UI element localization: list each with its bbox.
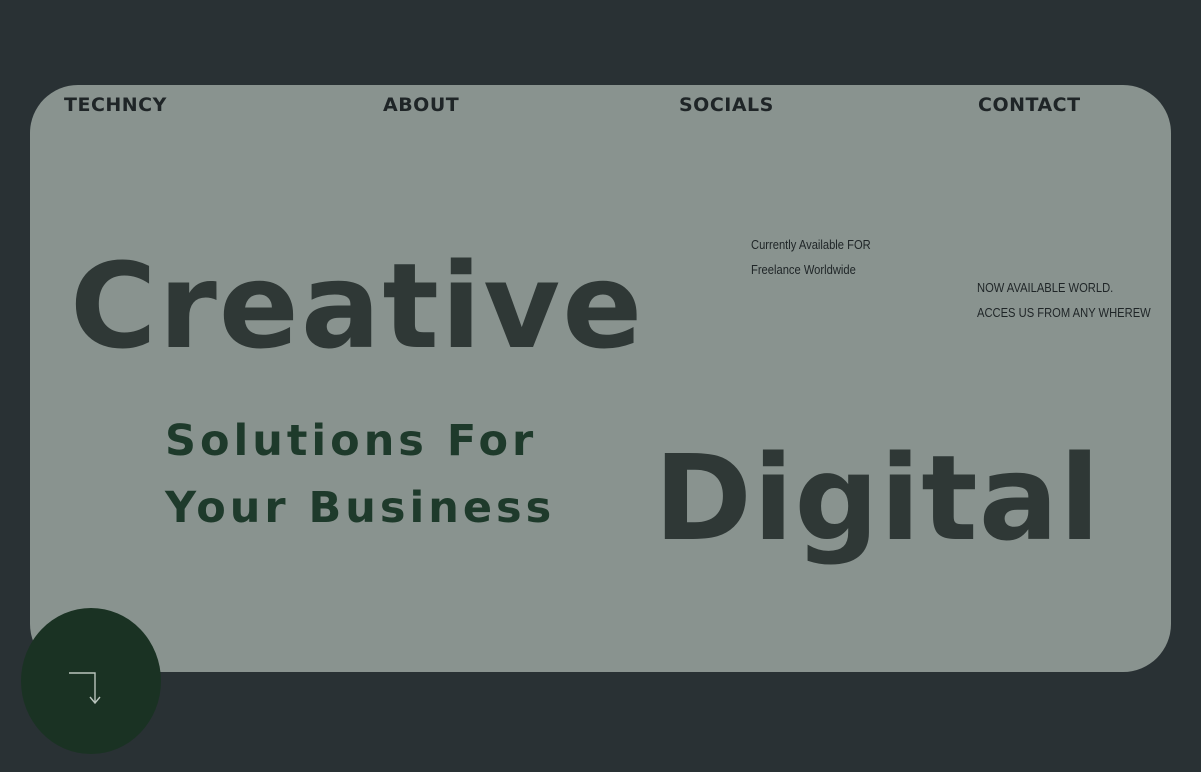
nav-about-link[interactable]: ABOUT xyxy=(383,92,459,118)
hero-heading-creative: Creative xyxy=(70,237,645,375)
availability-note: Currently Available FOR Freelance Worldw… xyxy=(751,232,871,282)
hero-subtitle-line-1: Solutions For xyxy=(165,416,538,466)
nav-socials-link[interactable]: SOCIALS xyxy=(679,92,774,118)
hero-heading-digital: Digital xyxy=(654,429,1101,567)
arrow-down-right-corner-icon xyxy=(69,672,101,705)
worldwide-note: NOW AVAILABLE WORLD. ACCES US FROM ANY W… xyxy=(977,275,1151,325)
scroll-down-button[interactable] xyxy=(21,608,161,754)
brand-logo-link[interactable]: TECHNCY xyxy=(64,92,167,118)
nav-contact-link[interactable]: CONTACT xyxy=(978,92,1081,118)
hero-subtitle-line-2: Your Business xyxy=(165,483,556,533)
worldwide-note-line-1: NOW AVAILABLE WORLD. xyxy=(977,280,1114,295)
hero-panel xyxy=(30,85,1171,672)
availability-note-line-2: Freelance Worldwide xyxy=(751,262,856,277)
worldwide-note-line-2: ACCES US FROM ANY WHEREW xyxy=(977,305,1151,320)
availability-note-line-1: Currently Available FOR xyxy=(751,237,871,252)
